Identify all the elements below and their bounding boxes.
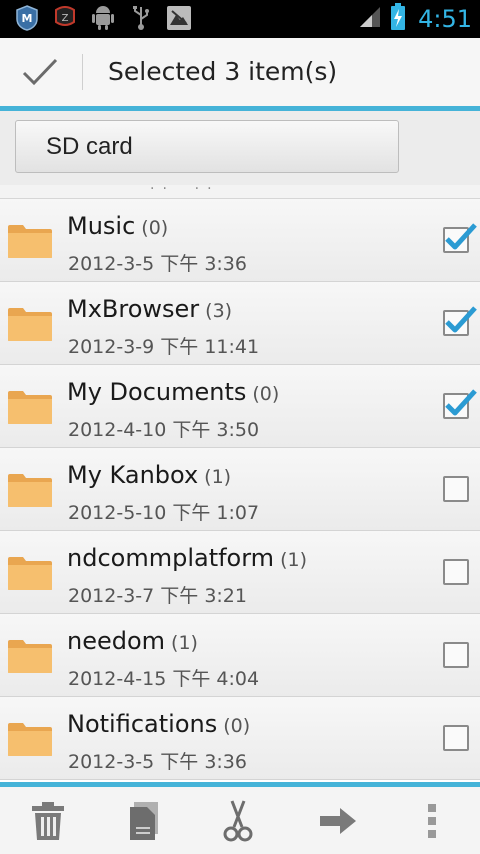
file-row[interactable]: Notifications (0) 2012-3-5 下午 3:36 bbox=[0, 697, 480, 780]
selection-title: Selected 3 item(s) bbox=[108, 57, 338, 86]
item-count: (1) bbox=[204, 466, 232, 488]
file-name: ndcommplatform bbox=[67, 544, 275, 572]
file-list: Music (0) 2012-3-5 下午 3:36 MxBrowser (3) 2… bbox=[0, 199, 480, 780]
done-check-icon[interactable] bbox=[20, 54, 60, 90]
folder-icon bbox=[7, 389, 53, 425]
folder-icon bbox=[7, 306, 53, 342]
svg-text:Z: Z bbox=[62, 13, 69, 24]
file-name: My Kanbox bbox=[67, 461, 199, 489]
item-count: (0) bbox=[141, 217, 169, 239]
file-row[interactable]: Music (0) 2012-3-5 下午 3:36 bbox=[0, 199, 480, 282]
item-count: (1) bbox=[280, 549, 307, 571]
file-row[interactable]: My Kanbox (1) 2012-5-10 下午 1:07 bbox=[0, 448, 480, 531]
file-row[interactable]: ndcommplatform (1) 2012-3-7 下午 3:21 bbox=[0, 531, 480, 614]
path-button[interactable]: SD card bbox=[15, 120, 399, 173]
status-bar: M Z 4:51 bbox=[0, 0, 480, 38]
file-row[interactable]: MxBrowser (3) 2012-3-9 下午 11:41 bbox=[0, 282, 480, 365]
file-row[interactable]: My Documents (0) 2012-4-10 下午 3:50 bbox=[0, 365, 480, 448]
select-checkbox-checked[interactable] bbox=[443, 389, 477, 419]
item-count: (0) bbox=[223, 715, 251, 737]
select-checkbox[interactable] bbox=[443, 559, 469, 585]
item-count: (3) bbox=[205, 300, 233, 322]
zhihu-icon: Z bbox=[52, 5, 78, 31]
svg-text:M: M bbox=[22, 12, 33, 25]
file-name: MxBrowser bbox=[67, 295, 200, 323]
maxthon-icon: M bbox=[14, 5, 40, 31]
file-row[interactable]: needom (1) 2012-4-15 下午 4:04 bbox=[0, 614, 480, 697]
select-checkbox-checked[interactable] bbox=[443, 223, 477, 253]
select-checkbox-checked[interactable] bbox=[443, 306, 477, 336]
file-date: 2012-4-10 下午 3:50 bbox=[68, 419, 260, 441]
bottom-toolbar bbox=[0, 787, 480, 854]
action-bar: Selected 3 item(s) bbox=[0, 38, 480, 106]
file-date: 2012-3-7 下午 3:21 bbox=[68, 585, 247, 607]
file-date: 2012-5-10 下午 1:07 bbox=[68, 502, 260, 524]
file-date: 2012-3-5 下午 3:36 bbox=[68, 751, 247, 773]
action-bar-divider bbox=[82, 54, 83, 90]
select-checkbox[interactable] bbox=[443, 642, 469, 668]
folder-icon bbox=[7, 638, 53, 674]
folder-icon bbox=[7, 555, 53, 591]
image-icon bbox=[166, 5, 192, 31]
file-date: 2012-4-15 下午 4:04 bbox=[68, 668, 260, 690]
file-date: 2012-3-5 下午 3:36 bbox=[68, 253, 247, 275]
move-arrow-icon[interactable] bbox=[316, 799, 360, 843]
folder-icon bbox=[7, 223, 53, 259]
copy-icon[interactable] bbox=[122, 799, 166, 843]
folder-icon bbox=[7, 721, 53, 757]
file-name: Music bbox=[67, 212, 136, 240]
signal-icon bbox=[358, 5, 382, 33]
overflow-menu-icon[interactable] bbox=[410, 799, 454, 843]
usb-icon bbox=[128, 5, 154, 31]
item-count: (1) bbox=[171, 632, 198, 654]
select-checkbox[interactable] bbox=[443, 725, 469, 751]
file-name: needom bbox=[67, 627, 166, 655]
battery-charging-icon bbox=[390, 3, 406, 35]
folder-icon bbox=[7, 472, 53, 508]
android-debug-icon bbox=[90, 5, 116, 31]
clock: 4:51 bbox=[418, 5, 472, 33]
delete-icon[interactable] bbox=[26, 799, 70, 843]
path-area: SD card bbox=[0, 111, 480, 185]
select-checkbox[interactable] bbox=[443, 476, 469, 502]
cut-icon[interactable] bbox=[216, 799, 260, 843]
file-name: My Documents bbox=[67, 378, 247, 406]
file-date: 2012-3-9 下午 11:41 bbox=[68, 336, 260, 358]
item-count: (0) bbox=[252, 383, 280, 405]
scrolled-row-peek: ..^.. bbox=[0, 185, 480, 199]
file-name: Notifications bbox=[67, 710, 218, 738]
